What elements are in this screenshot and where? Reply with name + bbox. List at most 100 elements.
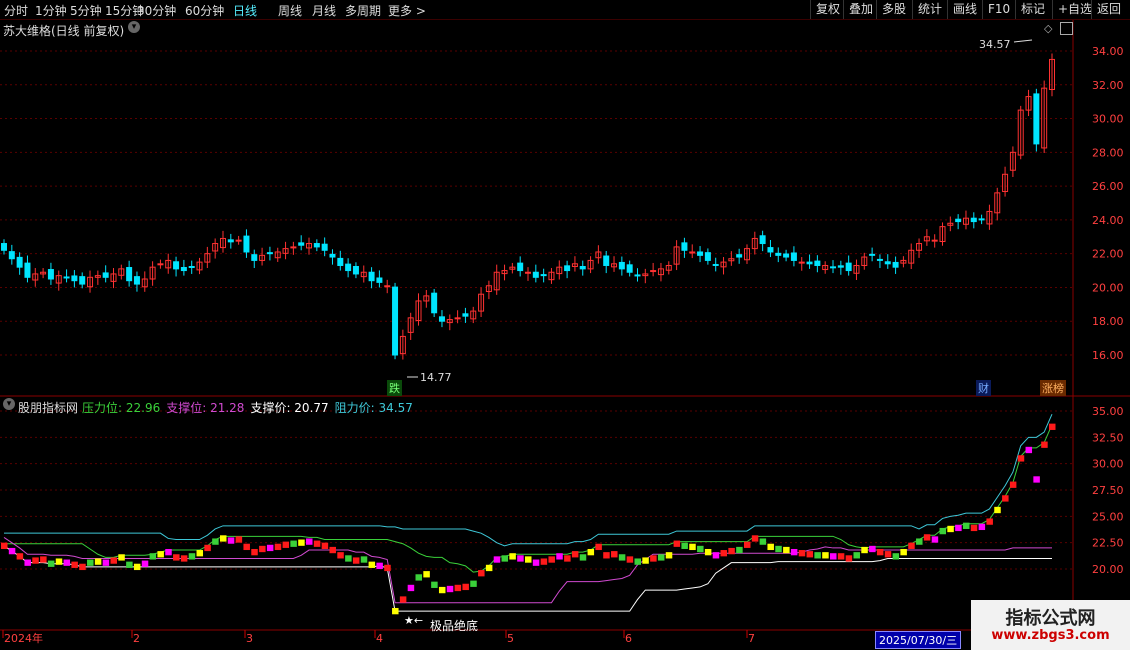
candle-body (626, 264, 633, 273)
limit-list-badge[interactable]: 涨榜 (1040, 380, 1066, 396)
indicator-block (626, 556, 634, 563)
indicator-tick: 35.00 (1092, 405, 1124, 418)
title-dropdown-icon[interactable]: ▾ (128, 21, 140, 33)
indicator-block (814, 552, 821, 559)
indicator-name: 股朋指标网 (18, 401, 79, 415)
candle-body (736, 254, 743, 258)
candle-body (438, 316, 445, 322)
indicator-block (243, 543, 250, 551)
indicator-block (728, 547, 735, 555)
price-tick: 24.00 (1092, 214, 1124, 227)
indicator-block (55, 558, 63, 565)
indicator-block (392, 607, 399, 615)
indicator-block (1025, 446, 1033, 454)
indicator-block (775, 545, 782, 553)
candle-body (243, 235, 250, 253)
tab-more[interactable]: 更多 > (388, 2, 426, 19)
tab-weekly[interactable]: 周线 (278, 2, 302, 19)
tab-monthly[interactable]: 月线 (312, 2, 336, 19)
toolbar-btn-5[interactable]: F10 (982, 0, 1015, 19)
time-label: 2024年 (4, 631, 43, 645)
candle-body (783, 253, 790, 258)
candle-body (392, 286, 399, 356)
panel-toggle-icon[interactable] (1060, 22, 1073, 35)
indicator-block (517, 555, 524, 562)
indicator-block (673, 540, 681, 547)
tab-30min[interactable]: 30分钟 (137, 2, 176, 19)
indicator-block (790, 548, 798, 556)
finance-badge[interactable]: 财 (976, 380, 991, 396)
candle-body (634, 274, 641, 277)
toolbar-btn-6[interactable]: 标记 (1015, 0, 1050, 19)
indicator-block (407, 584, 415, 592)
diamond-icon[interactable]: ◇ (1044, 22, 1052, 35)
indicator-block (697, 545, 704, 553)
indicator-block (47, 560, 55, 567)
candle-body (79, 276, 86, 285)
indicator-block (751, 535, 759, 542)
price-tick: 32.00 (1092, 79, 1124, 92)
indicator-block (798, 550, 806, 557)
fall-badge[interactable]: 跌 (387, 380, 402, 396)
indicator-block (16, 553, 24, 560)
candle-body (227, 239, 234, 243)
indicator-block (830, 553, 837, 560)
indicator-block (564, 555, 571, 562)
indicator-value-3: 阻力价: 34.57 (334, 401, 413, 415)
toolbar-btn-1[interactable]: 叠加 (843, 0, 878, 19)
toolbar-btn-4[interactable]: 画线 (947, 0, 982, 19)
indicator-block (861, 546, 868, 554)
indicator-block (806, 551, 814, 558)
indicator-block (1, 542, 8, 549)
time-label: 7 (748, 632, 755, 645)
indicator-block (321, 542, 329, 549)
kline-chart[interactable]: 34.00 32.00 30.00 28.00 26.00 24.00 22.00 20.00… (0, 20, 1130, 650)
time-label: 3 (246, 632, 253, 645)
toolbar-btn-8[interactable]: 返回 (1091, 0, 1126, 19)
indicator-dropdown-icon[interactable]: ▾ (3, 398, 15, 410)
candle-body (806, 261, 813, 265)
indicator-block (587, 548, 595, 556)
tab-timeshare[interactable]: 分时 (4, 2, 28, 19)
indicator-tick: 30.00 (1092, 458, 1124, 471)
indicator-block (1017, 455, 1025, 462)
indicator-tick: 27.50 (1092, 484, 1124, 497)
candlestick-series (1, 39, 1055, 378)
indicator-block (63, 559, 71, 566)
high-price-marker: 34.57 (979, 38, 1011, 51)
candle-body (759, 235, 766, 245)
candle-body (173, 261, 180, 270)
indicator-block (665, 552, 673, 559)
indicator-block (40, 556, 47, 563)
candle-body (564, 265, 571, 272)
tab-1min[interactable]: 1分钟 (35, 2, 67, 19)
candle-body (368, 271, 375, 282)
candle-body (650, 270, 657, 273)
indicator-block (540, 558, 548, 565)
indicator-block (743, 541, 751, 548)
indicator-block (290, 540, 297, 547)
indicator-value-2: 支撑价: 20.77 (250, 401, 329, 415)
indicator-block (837, 553, 845, 560)
indicator-block (157, 551, 164, 558)
indicator-value-1: 支撑位: 21.28 (166, 401, 245, 415)
indicator-block (908, 542, 915, 549)
candle-body (337, 257, 344, 266)
indicator-block (24, 559, 31, 566)
indicator-block (485, 564, 493, 572)
indicator-block (227, 537, 235, 544)
indicator-block (345, 555, 352, 562)
tab-daily[interactable]: 日线 (233, 2, 257, 19)
toolbar-btn-3[interactable]: 统计 (912, 0, 947, 19)
tab-60min[interactable]: 60分钟 (185, 2, 224, 19)
candle-body (384, 285, 391, 288)
indicator-block (478, 570, 485, 577)
indicator-block (916, 538, 923, 545)
indicator-block (525, 556, 532, 563)
tab-5min[interactable]: 5分钟 (70, 2, 102, 19)
tab-multi[interactable]: 多周期 (345, 2, 381, 19)
toolbar-btn-2[interactable]: 多股 (876, 0, 911, 19)
candle-body (884, 261, 891, 265)
toolbar-btn-0[interactable]: 复权 (810, 0, 845, 19)
indicator-block (126, 561, 133, 568)
